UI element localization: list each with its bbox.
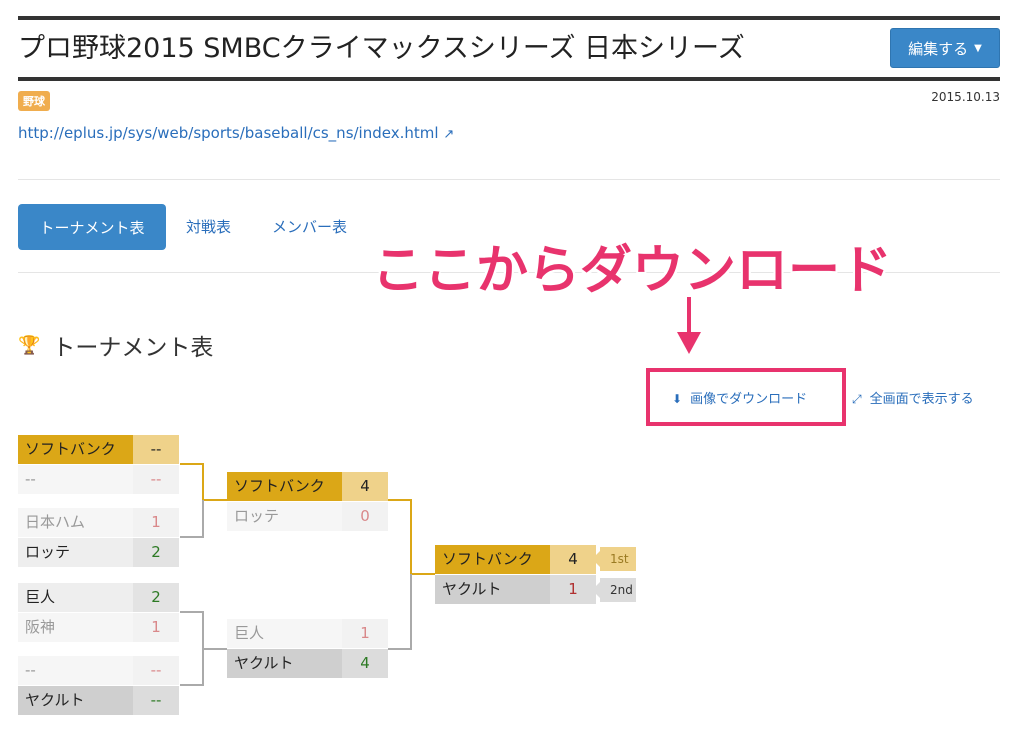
- team-score: --: [133, 656, 179, 685]
- team-score: --: [133, 435, 179, 464]
- bracket-team: 巨人 2: [18, 583, 179, 612]
- team-score: 1: [133, 508, 179, 537]
- connector-r1-top-gray: [180, 500, 204, 538]
- bracket-team: ヤクルト --: [18, 686, 179, 715]
- team-score: 0: [342, 502, 388, 531]
- bracket-team: -- --: [18, 656, 179, 685]
- team-name: ソフトバンク: [435, 545, 550, 574]
- bracket-team: ヤクルト 1: [435, 575, 596, 604]
- team-score: 1: [342, 619, 388, 648]
- team-name: --: [18, 656, 133, 685]
- team-name: --: [18, 465, 133, 494]
- bracket-team: -- --: [18, 465, 179, 494]
- bracket-team: 日本ハム 1: [18, 508, 179, 537]
- bracket-team: ソフトバンク 4: [227, 472, 388, 501]
- team-name: ヤクルト: [18, 686, 133, 715]
- connector-r2-gray: [388, 574, 412, 650]
- rank-badge-first: 1st: [592, 547, 636, 571]
- rank-badge-second: 2nd: [592, 578, 636, 602]
- team-score: 4: [550, 545, 596, 574]
- connector-r1-top-gold: [180, 463, 227, 501]
- team-score: 4: [342, 472, 388, 501]
- team-score: 1: [550, 575, 596, 604]
- team-name: ロッテ: [18, 538, 133, 567]
- team-name: 日本ハム: [18, 508, 133, 537]
- team-name: ソフトバンク: [18, 435, 133, 464]
- team-score: 2: [133, 538, 179, 567]
- bracket-team: 阪神 1: [18, 613, 179, 642]
- connector-r1-bottom: [180, 611, 227, 650]
- bracket-team: 巨人 1: [227, 619, 388, 648]
- team-score: 1: [133, 613, 179, 642]
- team-name: 阪神: [18, 613, 133, 642]
- team-name: ソフトバンク: [227, 472, 342, 501]
- bracket-team: ソフトバンク --: [18, 435, 179, 464]
- team-score: 2: [133, 583, 179, 612]
- team-name: ロッテ: [227, 502, 342, 531]
- team-name: 巨人: [18, 583, 133, 612]
- bracket-team: ロッテ 0: [227, 502, 388, 531]
- team-name: 巨人: [227, 619, 342, 648]
- bracket-team: ロッテ 2: [18, 538, 179, 567]
- bracket-team: ヤクルト 4: [227, 649, 388, 678]
- connector-r2-gold: [388, 499, 435, 575]
- team-name: ヤクルト: [435, 575, 550, 604]
- team-name: ヤクルト: [227, 649, 342, 678]
- team-score: --: [133, 686, 179, 715]
- team-score: --: [133, 465, 179, 494]
- connector-r1-bottom-b: [180, 649, 204, 686]
- bracket-team: ソフトバンク 4: [435, 545, 596, 574]
- team-score: 4: [342, 649, 388, 678]
